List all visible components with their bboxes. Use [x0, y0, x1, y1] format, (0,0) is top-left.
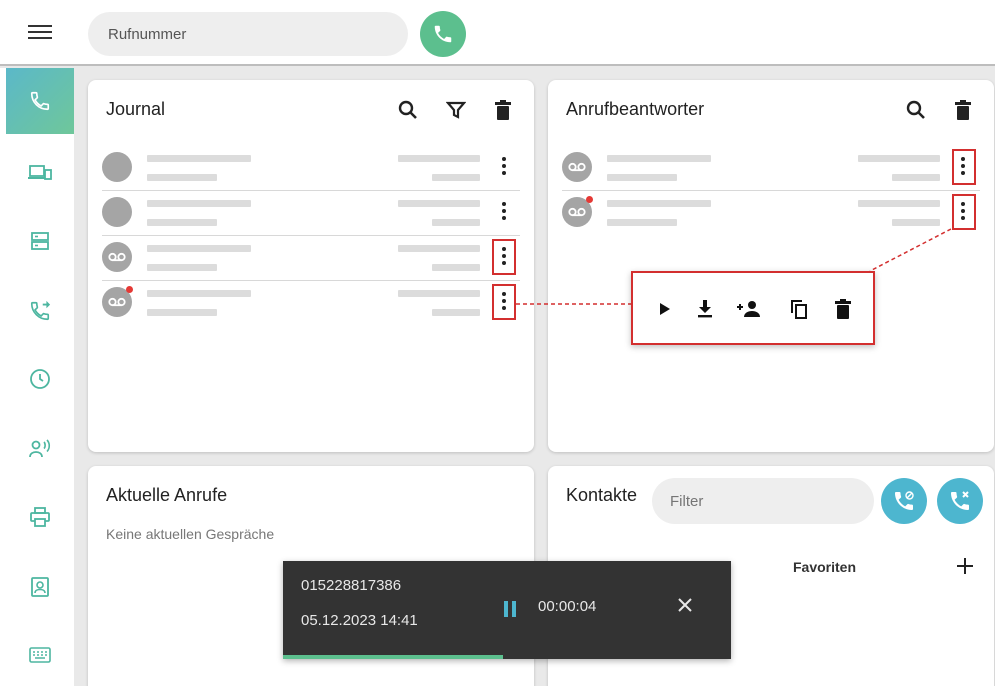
plus-icon	[957, 558, 973, 574]
add-favorite-button[interactable]	[953, 554, 977, 578]
delete-button[interactable]	[831, 297, 855, 321]
phone-blocked-icon	[895, 491, 914, 510]
current-calls-title: Aktuelle Anrufe	[106, 485, 228, 505]
copy-icon	[791, 300, 807, 319]
playback-progress-bar	[283, 655, 503, 659]
playback-duration: 00:00:04	[538, 598, 597, 615]
pause-icon	[504, 601, 516, 617]
copy-button[interactable]	[787, 297, 811, 321]
caller-number: 015228817386	[301, 577, 402, 594]
recording-snackbar: 015228817386 05.12.2023 14:41 00:00:04	[283, 561, 731, 659]
empty-state-text: Keine aktuellen Gespräche	[106, 526, 275, 542]
pause-button[interactable]	[498, 597, 522, 621]
block-caller-button[interactable]	[881, 478, 927, 524]
download-button[interactable]	[693, 297, 717, 321]
close-button[interactable]	[673, 593, 697, 617]
contacts-title: Kontakte	[566, 485, 638, 505]
play-button[interactable]	[653, 297, 677, 321]
contacts-filter-input[interactable]	[652, 478, 874, 524]
add-contact-button[interactable]	[733, 297, 765, 321]
phone-missed-icon	[951, 491, 969, 510]
trash-icon	[835, 299, 851, 319]
voicemail-action-menu	[631, 271, 875, 345]
call-datetime: 05.12.2023 14:41	[301, 612, 418, 629]
play-icon	[660, 303, 670, 315]
person-add-icon	[737, 301, 760, 317]
favorites-label: Favoriten	[793, 559, 857, 575]
missed-call-button[interactable]	[937, 478, 983, 524]
download-icon	[698, 300, 712, 318]
close-icon	[678, 598, 692, 612]
